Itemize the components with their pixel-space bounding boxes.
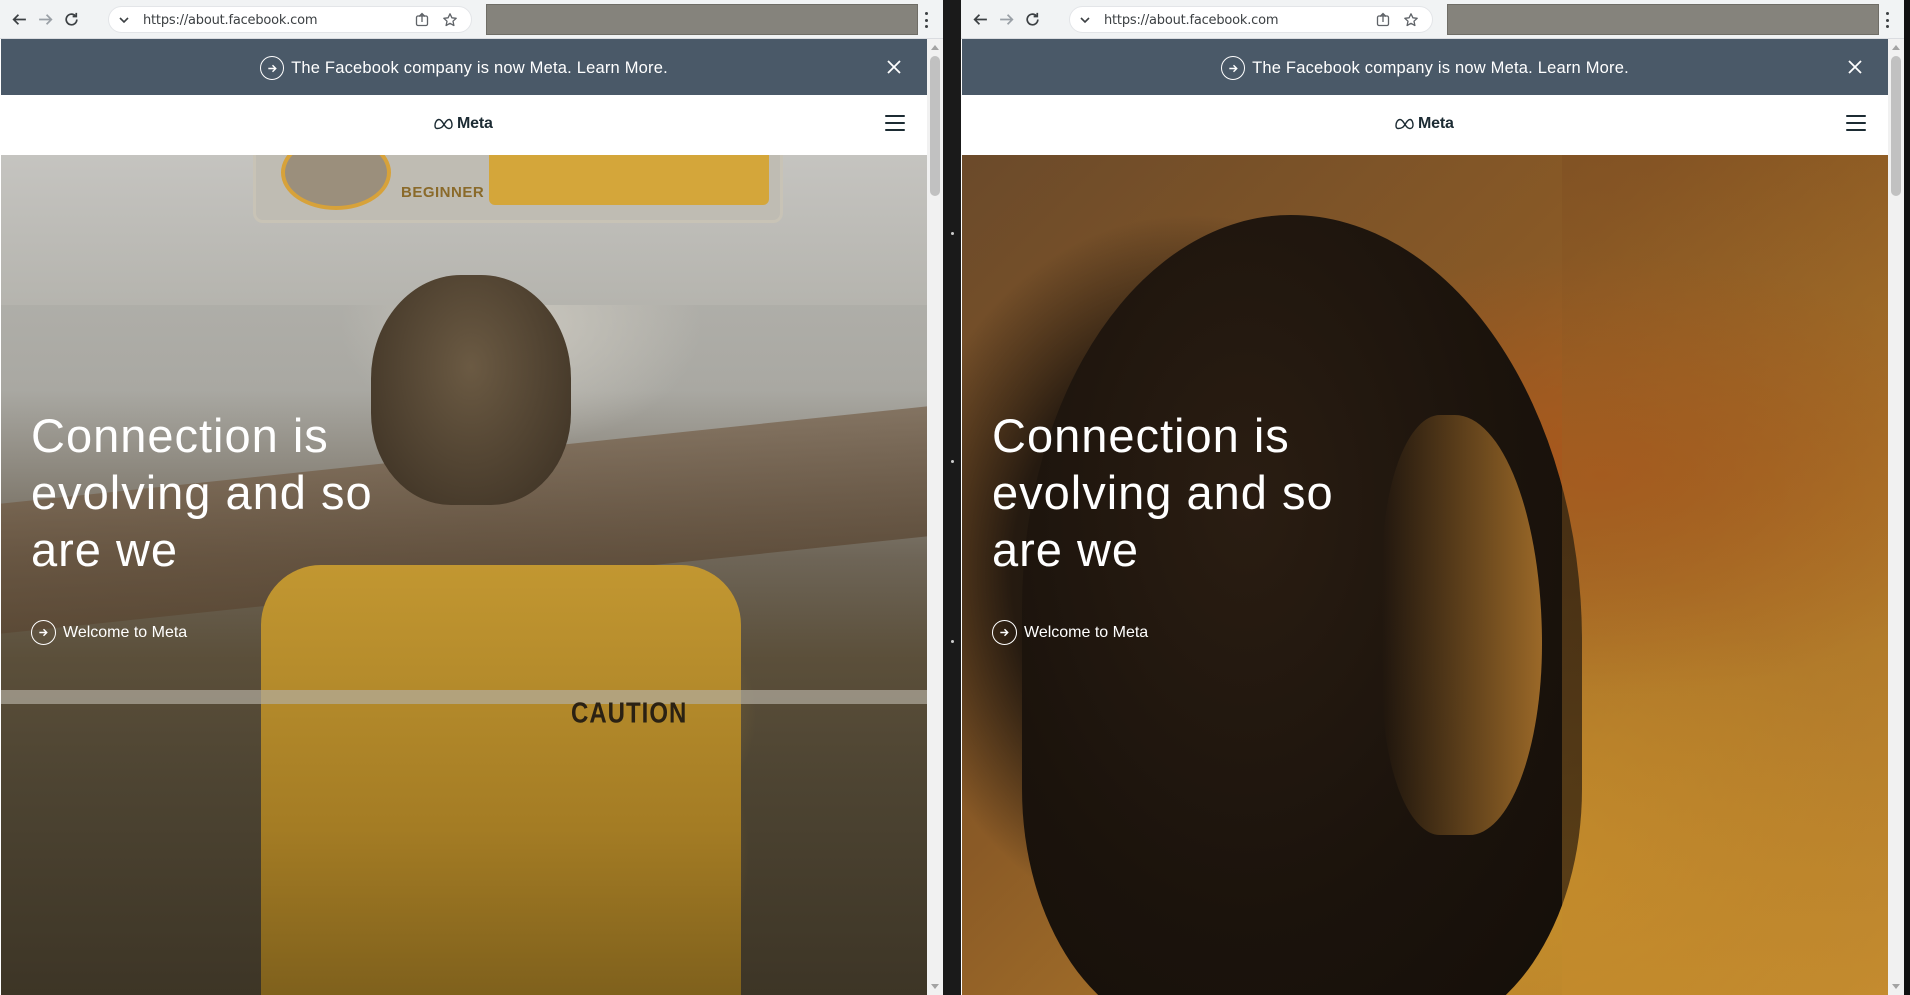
- share-icon[interactable]: [1375, 12, 1391, 28]
- url-text[interactable]: https://about.facebook.com: [143, 13, 318, 28]
- hamburger-icon[interactable]: [1846, 115, 1866, 131]
- close-icon[interactable]: [883, 56, 905, 78]
- scroll-down-arrow-icon[interactable]: [1892, 984, 1900, 989]
- scroll-thumb[interactable]: [930, 56, 940, 196]
- extension-bar: [1447, 4, 1879, 35]
- logo-text: Meta: [457, 115, 493, 132]
- scroll-thumb[interactable]: [1891, 56, 1901, 196]
- scroll-up-arrow-icon[interactable]: [931, 45, 939, 50]
- welcome-link[interactable]: Welcome to Meta: [992, 620, 1148, 645]
- welcome-link[interactable]: Welcome to Meta: [31, 620, 187, 645]
- meta-infinity-icon: [1395, 118, 1414, 130]
- announcement-banner: The Facebook company is now Meta. Learn …: [962, 39, 1888, 95]
- browser-toolbar: https://about.facebook.com: [0, 0, 943, 39]
- vertical-scrollbar[interactable]: [1888, 39, 1904, 995]
- arrow-right-icon: [999, 13, 1014, 25]
- forward-button[interactable]: [993, 6, 1019, 32]
- divider-dot: [951, 640, 954, 643]
- video-background-glow: [1562, 155, 1888, 995]
- arrow-circle-icon: [260, 56, 285, 80]
- arrow-left-icon: [972, 13, 987, 25]
- divider-dot: [951, 232, 954, 235]
- banner-text[interactable]: The Facebook company is now Meta. Learn …: [1252, 59, 1629, 78]
- extension-bar: [486, 4, 918, 35]
- address-bar[interactable]: https://about.facebook.com: [108, 6, 472, 33]
- arrow-left-icon: [11, 13, 26, 25]
- site-header: Meta: [1, 95, 927, 155]
- kebab-menu-icon[interactable]: [1881, 9, 1893, 31]
- logo-text: Meta: [1418, 115, 1454, 132]
- meta-logo[interactable]: Meta: [434, 115, 493, 133]
- share-icon[interactable]: [414, 12, 430, 28]
- forward-button[interactable]: [32, 6, 58, 32]
- video-railing: [1, 690, 927, 704]
- window-divider: [943, 0, 961, 995]
- chevron-down-icon[interactable]: [1078, 13, 1092, 27]
- browser-window-left: https://about.facebook.com BEGINNER CAUT…: [0, 0, 943, 995]
- video-person-vest: [261, 565, 741, 995]
- web-page: BEGINNER CAUTION Connection is evolving …: [1, 39, 927, 995]
- banner-text[interactable]: The Facebook company is now Meta. Learn …: [291, 59, 668, 78]
- star-icon[interactable]: [442, 12, 458, 28]
- meta-infinity-icon: [434, 118, 453, 130]
- arrow-right-icon: [38, 13, 53, 25]
- meta-logo[interactable]: Meta: [1395, 115, 1454, 133]
- vertical-scrollbar[interactable]: [927, 39, 943, 995]
- back-button[interactable]: [6, 6, 32, 32]
- arrow-circle-icon: [1221, 56, 1246, 80]
- screen-edge: [1904, 0, 1910, 995]
- scroll-down-arrow-icon[interactable]: [931, 984, 939, 989]
- kebab-menu-icon[interactable]: [920, 9, 932, 31]
- video-text-beginner: BEGINNER: [401, 184, 485, 201]
- banner-link[interactable]: The Facebook company is now Meta. Learn …: [962, 56, 1888, 80]
- url-text[interactable]: https://about.facebook.com: [1104, 13, 1279, 28]
- reload-icon: [64, 12, 78, 26]
- divider-dot: [951, 460, 954, 463]
- announcement-banner: The Facebook company is now Meta. Learn …: [1, 39, 927, 95]
- chevron-down-icon[interactable]: [117, 13, 131, 27]
- star-icon[interactable]: [1403, 12, 1419, 28]
- back-button[interactable]: [967, 6, 993, 32]
- browser-window-right: https://about.facebook.com Connection is…: [961, 0, 1904, 995]
- reload-button[interactable]: [1019, 6, 1045, 32]
- hero-title: Connection is evolving and so are we: [31, 409, 373, 576]
- hero-video: BEGINNER CAUTION Connection is evolving …: [1, 155, 927, 995]
- reload-icon: [1025, 12, 1039, 26]
- arrow-circle-icon: [992, 620, 1017, 645]
- close-icon[interactable]: [1844, 56, 1866, 78]
- video-text-caution: CAUTION: [571, 697, 688, 730]
- hero-video: Connection is evolving and so are we Wel…: [962, 155, 1888, 995]
- arrow-circle-icon: [31, 620, 56, 645]
- scroll-up-arrow-icon[interactable]: [1892, 45, 1900, 50]
- video-progress-strip: [489, 155, 769, 205]
- site-header: Meta: [962, 95, 1888, 155]
- welcome-link-label[interactable]: Welcome to Meta: [63, 624, 187, 642]
- web-page: Connection is evolving and so are we Wel…: [962, 39, 1888, 995]
- address-bar[interactable]: https://about.facebook.com: [1069, 6, 1433, 33]
- hero-title: Connection is evolving and so are we: [992, 409, 1334, 576]
- browser-toolbar: https://about.facebook.com: [961, 0, 1904, 39]
- banner-link[interactable]: The Facebook company is now Meta. Learn …: [1, 56, 927, 80]
- welcome-link-label[interactable]: Welcome to Meta: [1024, 624, 1148, 642]
- hamburger-icon[interactable]: [885, 115, 905, 131]
- reload-button[interactable]: [58, 6, 84, 32]
